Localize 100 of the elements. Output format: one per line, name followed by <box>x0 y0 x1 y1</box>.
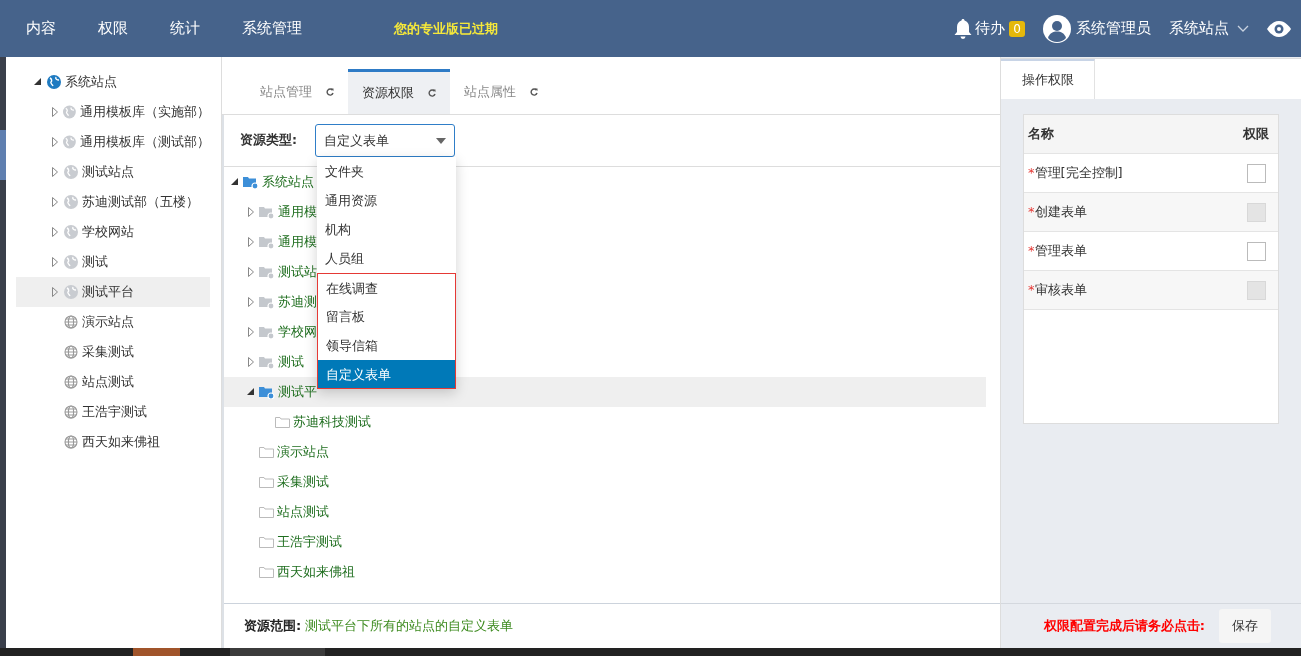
dropdown-option[interactable]: 留言板 <box>317 302 456 331</box>
tree-item[interactable]: 测试站 <box>246 263 317 281</box>
tree-item[interactable]: 王浩宇测试 <box>16 397 210 427</box>
folder-icon <box>259 476 274 488</box>
nav-link[interactable]: 内容 <box>26 19 56 38</box>
save-button[interactable]: 保存 <box>1219 609 1271 643</box>
todo-link[interactable]: 待办 <box>975 19 1006 38</box>
expanded-arrow-icon[interactable] <box>34 77 42 87</box>
tree-item[interactable]: 通用模 <box>246 203 317 221</box>
refresh-icon[interactable] <box>428 89 436 97</box>
tree-item[interactable]: 西天如来佛祖 <box>16 427 210 457</box>
globe-icon <box>64 285 78 299</box>
site-folder-icon <box>259 235 275 249</box>
collapsed-arrow-icon[interactable] <box>51 197 59 207</box>
folder-icon <box>259 566 274 578</box>
collapsed-arrow-icon[interactable] <box>50 137 59 147</box>
tree-item[interactable]: 测试站点 <box>16 157 210 187</box>
collapsed-arrow-icon[interactable] <box>247 357 255 367</box>
collapse-handle[interactable] <box>0 130 6 180</box>
tree-item-label: 测试平台 <box>82 283 134 301</box>
tree-item[interactable]: 站点测试 <box>246 503 329 521</box>
site-switcher[interactable]: 系统站点 <box>1169 19 1229 38</box>
tree-item[interactable]: 演示站点 <box>16 307 210 337</box>
globe-icon <box>64 315 78 329</box>
eye-icon[interactable] <box>1267 20 1291 37</box>
collapsed-arrow-icon[interactable] <box>247 327 255 337</box>
resource-type-select[interactable]: 自定义表单 <box>315 124 455 157</box>
collapsed-arrow-icon[interactable] <box>247 297 255 307</box>
nav-link[interactable]: 统计 <box>170 19 200 38</box>
scope-label: 资源范围: <box>244 617 302 635</box>
tree-item[interactable]: 采集测试 <box>16 337 210 367</box>
tree-item[interactable]: 苏迪测 <box>246 293 317 311</box>
checkbox[interactable] <box>1246 241 1266 261</box>
dropdown-option[interactable]: 机构 <box>317 215 456 244</box>
collapsed-arrow-icon[interactable] <box>50 107 59 117</box>
tree-item[interactable]: 演示站点 <box>246 443 329 461</box>
refresh-icon[interactable] <box>530 87 538 96</box>
globe-icon <box>64 195 78 209</box>
globe-icon <box>64 225 78 239</box>
tree-item[interactable]: 测试 <box>16 247 210 277</box>
collapsed-arrow-icon[interactable] <box>247 207 255 217</box>
dropdown-caret-icon <box>436 137 446 144</box>
collapsed-arrow-icon[interactable] <box>51 227 59 237</box>
tree-item-label: 系统站点 <box>262 173 314 191</box>
collapsed-arrow-icon[interactable] <box>247 267 255 277</box>
globe-icon <box>64 375 78 389</box>
tree-item[interactable]: 站点测试 <box>16 367 210 397</box>
dropdown-option[interactable]: 自定义表单 <box>317 360 456 389</box>
tree-item-label: 西天如来佛祖 <box>82 433 160 451</box>
folder-icon <box>259 506 274 518</box>
resource-type-label: 资源类型: <box>240 132 298 149</box>
tab[interactable]: 资源权限 <box>348 69 450 114</box>
expanded-arrow-icon[interactable] <box>247 387 255 397</box>
tree-item-label: 苏迪测试部（五楼） <box>82 193 199 211</box>
tree-item-label: 测试站点 <box>82 163 134 181</box>
nav-link[interactable]: 权限 <box>98 19 128 38</box>
dropdown-option[interactable]: 文件夹 <box>317 157 456 186</box>
column-header: 名称 <box>1027 125 1055 143</box>
tab[interactable]: 站点属性 <box>450 69 552 114</box>
tree-item[interactable]: 通用模板库（实施部） <box>16 97 210 127</box>
tree-item[interactable]: 通用模 <box>246 233 317 251</box>
user-name-link[interactable]: 系统管理员 <box>1076 19 1151 38</box>
expanded-arrow-icon[interactable] <box>231 177 239 187</box>
tree-item-label: 采集测试 <box>82 343 134 361</box>
collapsed-arrow-icon[interactable] <box>51 287 59 297</box>
tree-item[interactable]: 系统站点 <box>16 67 210 97</box>
tree-item-label: 学校网 <box>278 323 317 341</box>
collapsed-arrow-icon[interactable] <box>51 167 59 177</box>
dropdown-option[interactable]: 在线调查 <box>317 273 456 302</box>
site-folder-icon <box>259 355 275 369</box>
tree-item[interactable]: 西天如来佛祖 <box>246 563 355 581</box>
site-folder-icon <box>259 265 275 279</box>
bell-icon[interactable] <box>954 17 973 40</box>
tree-item[interactable]: 系统站点 <box>230 173 314 191</box>
tree-item-label: 王浩宇测试 <box>277 533 342 551</box>
chevron-down-icon[interactable] <box>1237 24 1249 33</box>
column-header: 权限 <box>1242 125 1270 143</box>
tree-item[interactable]: 测试平 <box>246 383 317 401</box>
table-cell-text: *管理表单 <box>1027 242 1088 260</box>
tree-item[interactable]: 王浩宇测试 <box>246 533 342 551</box>
tab[interactable]: 站点管理 <box>246 69 348 114</box>
nav-link[interactable]: 系统管理 <box>242 19 302 38</box>
dropdown-option[interactable]: 人员组 <box>317 244 456 273</box>
collapsed-arrow-icon[interactable] <box>51 257 59 267</box>
tree-item[interactable]: 苏迪测试部（五楼） <box>16 187 210 217</box>
tree-item[interactable]: 学校网 <box>246 323 317 341</box>
dropdown-option[interactable]: 通用资源 <box>317 186 456 215</box>
tree-item[interactable]: 学校网站 <box>16 217 210 247</box>
tree-item-label: 站点测试 <box>82 373 134 391</box>
folder-icon <box>259 446 274 458</box>
tree-item[interactable]: 采集测试 <box>246 473 329 491</box>
tree-item[interactable]: 苏迪科技测试 <box>262 413 371 431</box>
tree-item[interactable]: 测试 <box>246 353 304 371</box>
checkbox[interactable] <box>1246 163 1266 183</box>
globe-icon <box>63 105 76 119</box>
collapsed-arrow-icon[interactable] <box>247 237 255 247</box>
user-avatar-icon[interactable] <box>1043 14 1071 43</box>
tree-item[interactable]: 测试平台 <box>16 277 210 307</box>
refresh-icon[interactable] <box>326 87 334 96</box>
tree-item[interactable]: 通用模板库（测试部） <box>16 127 210 157</box>
